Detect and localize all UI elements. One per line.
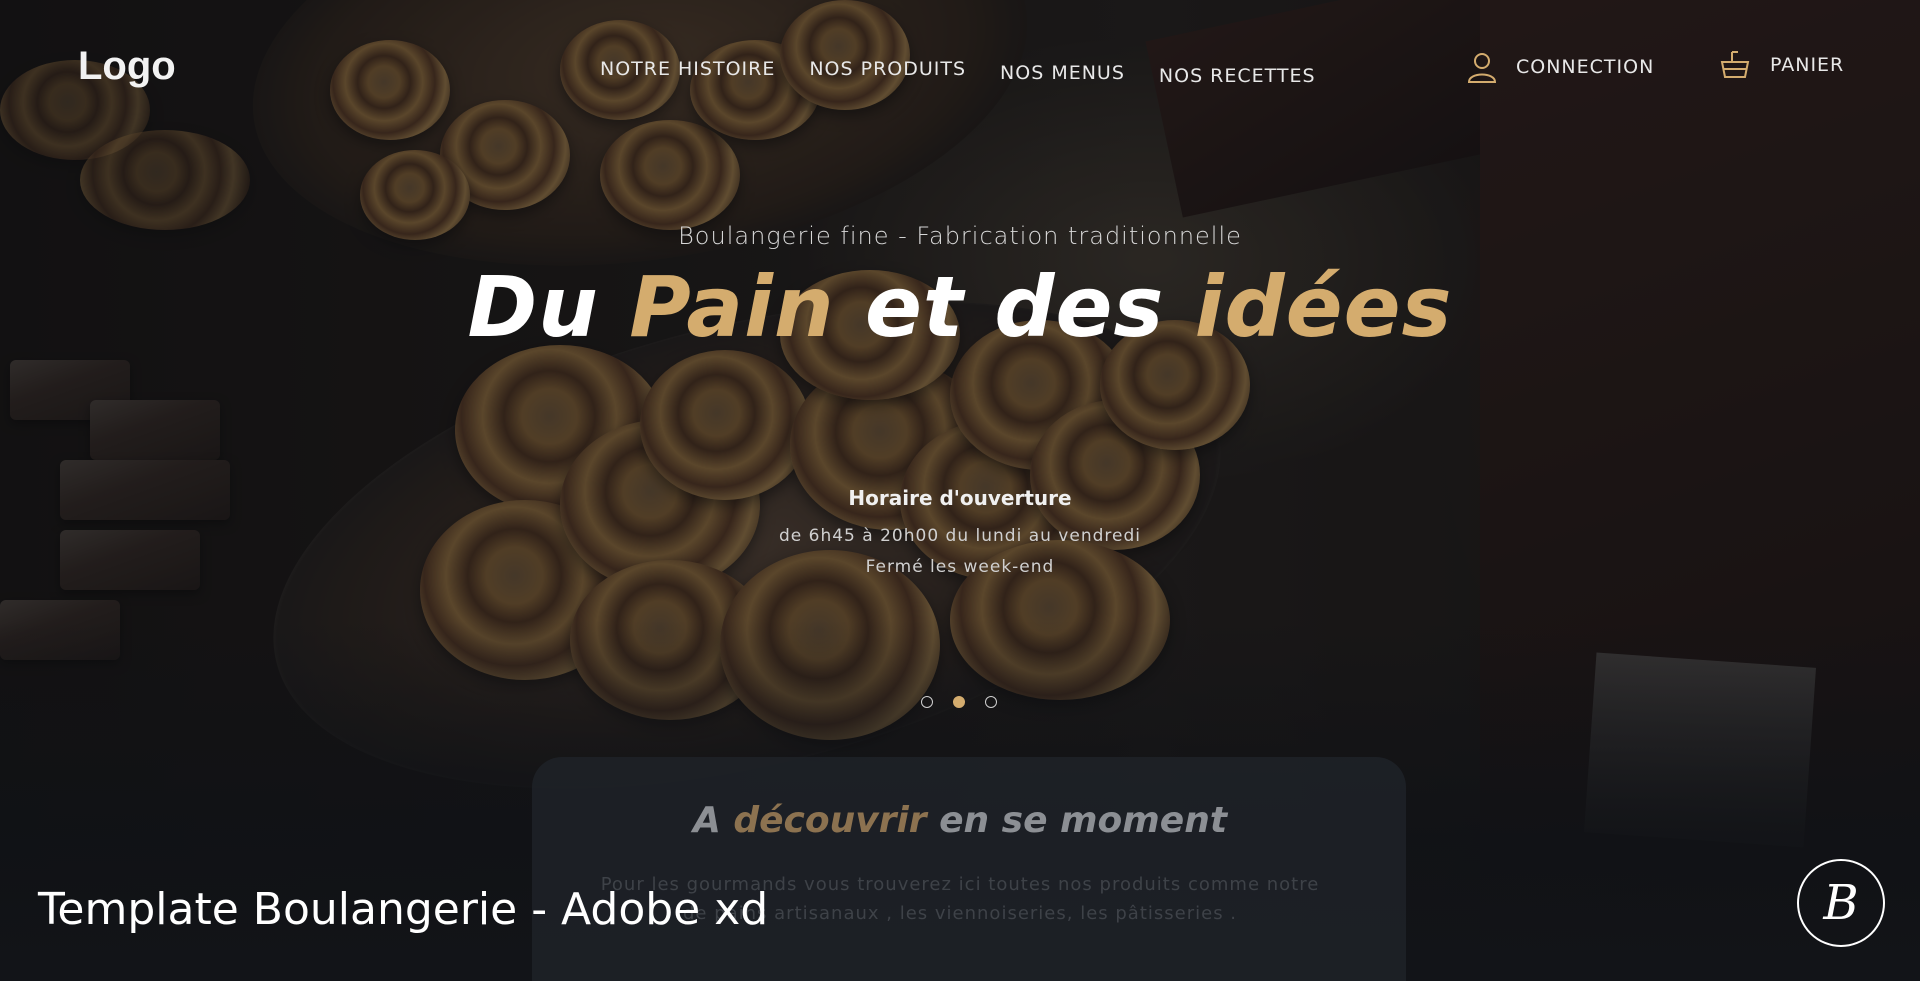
opening-hours-weekend: Fermé les week-end [865, 557, 1055, 577]
cart-label: PANIER [1770, 54, 1845, 76]
opening-hours-weekdays: de 6h45 à 20h00 du lundi au vendredi [779, 526, 1141, 546]
basket-icon [1720, 50, 1750, 80]
slider-dots [921, 696, 997, 708]
discover-card [532, 757, 1406, 981]
hero-headline: Du Pain et des idées [0, 258, 1920, 356]
nav-item-nos-produits[interactable]: NOS PRODUITS [809, 58, 966, 87]
slider-dot-1[interactable] [921, 696, 933, 708]
logo[interactable]: Logo [78, 44, 176, 89]
hero-tagline: Boulangerie fine - Fabrication tradition… [678, 222, 1242, 250]
headline-part-du: Du [467, 258, 630, 356]
discover-title-part-a: A [692, 800, 734, 841]
slider-dot-2[interactable] [953, 696, 965, 708]
opening-hours-title: Horaire d'ouverture [848, 486, 1072, 510]
user-icon [1466, 50, 1498, 84]
headline-part-idees: idées [1194, 258, 1453, 356]
slider-dot-3[interactable] [985, 696, 997, 708]
main-nav: NOTRE HISTOIRE NOS PRODUITS NOS MENUS NO… [600, 58, 1316, 87]
discover-title-part-rest: en se moment [926, 800, 1228, 841]
connection-button[interactable]: CONNECTION [1466, 50, 1654, 84]
nav-item-notre-histoire[interactable]: NOTRE HISTOIRE [600, 58, 775, 87]
template-caption: Template Boulangerie - Adobe xd [38, 884, 769, 935]
nav-item-nos-menus[interactable]: NOS MENUS [1000, 62, 1125, 87]
headline-part-et-des: et des [834, 258, 1195, 356]
author-badge[interactable]: B [1797, 859, 1885, 947]
nav-item-nos-recettes[interactable]: NOS RECETTES [1159, 65, 1316, 87]
discover-title: A découvrir en se moment [0, 800, 1920, 841]
connection-label: CONNECTION [1516, 56, 1655, 78]
badge-letter: B [1823, 875, 1859, 931]
discover-title-part-decouvrir: découvrir [733, 800, 927, 841]
headline-part-pain: Pain [629, 258, 835, 356]
cart-button[interactable]: PANIER [1720, 50, 1844, 80]
